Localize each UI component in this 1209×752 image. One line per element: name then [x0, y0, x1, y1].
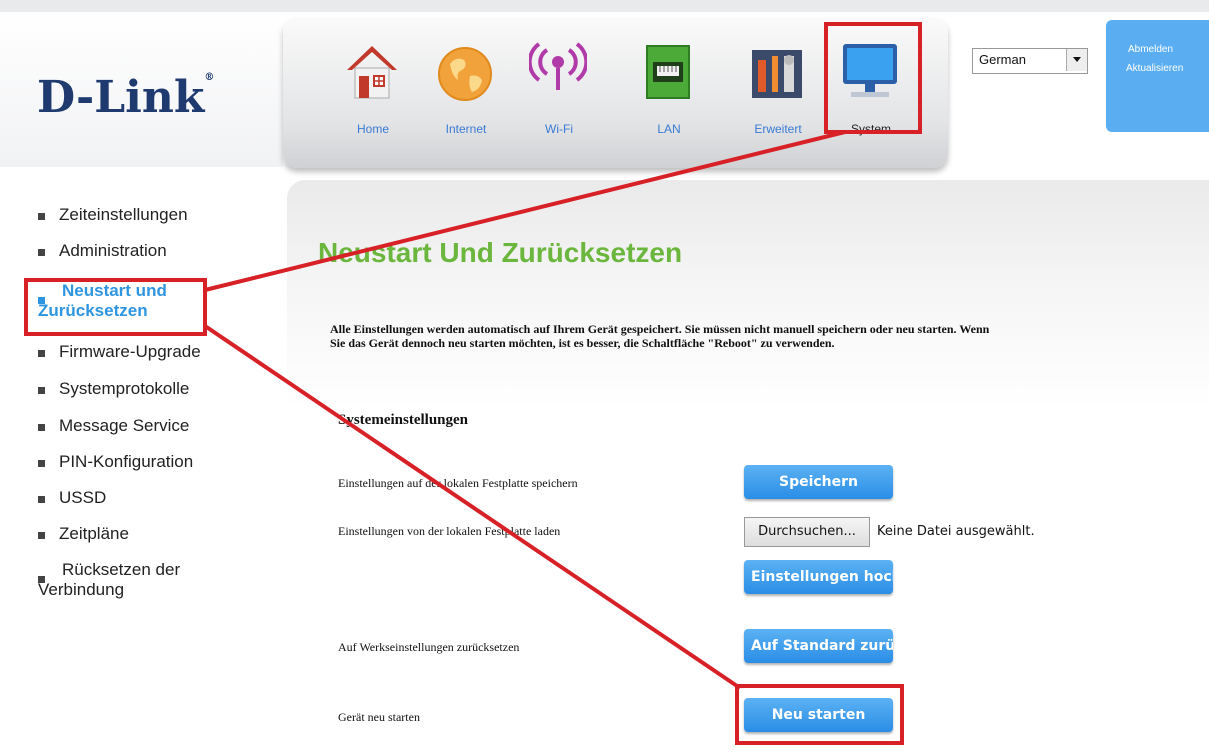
sidebar-item-label: Administration — [59, 241, 167, 260]
wifi-icon — [529, 42, 587, 90]
bullet-icon — [38, 460, 45, 467]
nav-advanced[interactable]: Erweitert — [738, 30, 818, 150]
sidebar-item-label-line1: Rücksetzen der — [62, 560, 181, 579]
bullet-icon — [38, 496, 45, 503]
bullet-icon — [38, 424, 45, 431]
bullet-icon — [38, 532, 45, 539]
highlight-box-system — [824, 22, 922, 134]
bullet-icon — [38, 213, 45, 220]
sidebar-item-label: Firmware-Upgrade — [59, 342, 201, 361]
highlight-box-sidebar — [24, 278, 207, 336]
lan-port-icon — [646, 45, 690, 99]
upload-settings-button[interactable]: Einstellungen hochladen — [744, 560, 893, 594]
reboot-label: Gerät neu starten — [338, 710, 420, 724]
description-line: Sie das Gerät dennoch neu starten möchte… — [330, 336, 835, 350]
tools-icon — [752, 50, 802, 98]
language-select[interactable]: German — [972, 48, 1088, 74]
top-strip — [0, 0, 1209, 12]
sidebar-item-label: Message Service — [59, 416, 190, 435]
highlight-box-reboot — [735, 684, 904, 745]
load-label: Einstellungen von der lokalen Festplatte… — [338, 524, 561, 538]
sidebar-item-label-line2: Verbindung — [38, 580, 125, 599]
factory-reset-label: Auf Werkseinstellungen zurücksetzen — [338, 640, 520, 654]
sidebar-item-label: PIN-Konfiguration — [59, 452, 194, 471]
user-panel: Abmelden Aktualisieren — [1106, 20, 1209, 132]
logo-area: D-Link® — [0, 12, 283, 167]
house-icon — [347, 46, 397, 99]
description-line: Alle Einstellungen werden automatisch au… — [330, 322, 990, 336]
nav-label: Internet — [445, 122, 487, 136]
file-status: Keine Datei ausgewählt. — [877, 524, 1035, 539]
nav-lan[interactable]: LAN — [629, 30, 709, 150]
logout-link[interactable]: Abmelden — [1128, 44, 1173, 55]
page-title: Neustart Und Zurücksetzen — [318, 237, 683, 268]
bullet-icon — [38, 249, 45, 256]
sidebar-item-label: Zeiteinstellungen — [59, 205, 188, 224]
sidebar-item-label: Systemprotokolle — [59, 379, 190, 398]
factory-reset-button[interactable]: Auf Standard zurücksetzen — [744, 629, 893, 663]
refresh-link[interactable]: Aktualisieren — [1126, 63, 1183, 74]
section-title: Systemeinstellungen — [338, 412, 469, 428]
nav-label: Home — [356, 122, 389, 136]
nav-label: LAN — [657, 122, 681, 136]
page-description: Alle Einstellungen werden automatisch au… — [330, 322, 1150, 350]
bullet-icon — [38, 387, 45, 394]
sidebar-item-label: Zeitpläne — [59, 524, 129, 543]
bullet-icon — [38, 350, 45, 357]
nav-label: Erweitert — [754, 122, 802, 136]
save-button[interactable]: Speichern — [744, 465, 893, 499]
globe-icon — [438, 47, 492, 101]
dlink-logo[interactable]: D-Link® — [37, 72, 214, 123]
chevron-down-icon[interactable] — [1066, 49, 1087, 71]
language-value: German — [979, 52, 1026, 67]
nav-home[interactable]: Home — [333, 30, 413, 150]
save-label: Einstellungen auf der lokalen Festplatte… — [338, 476, 578, 490]
sidebar-item-label: USSD — [59, 488, 107, 507]
browse-button[interactable]: Durchsuchen... — [744, 517, 870, 547]
nav-internet[interactable]: Internet — [426, 30, 506, 150]
nav-wifi[interactable]: Wi-Fi — [519, 30, 599, 150]
nav-label: Wi-Fi — [545, 122, 573, 136]
